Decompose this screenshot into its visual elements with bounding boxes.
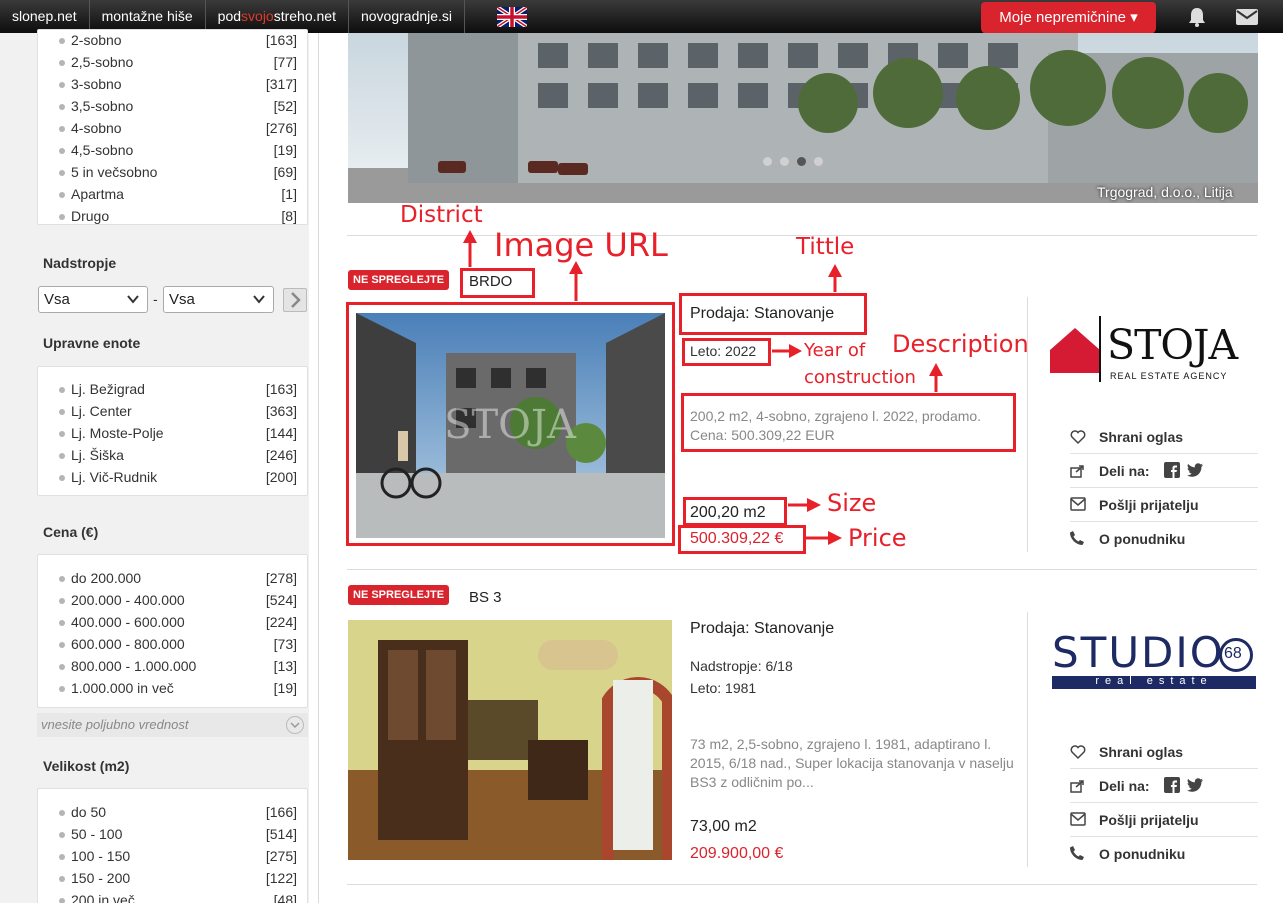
annotation-title-label: Tittle bbox=[796, 234, 855, 260]
annotation-image-url-label: Image URL bbox=[494, 226, 668, 264]
annotation-size-label: Size bbox=[827, 489, 877, 517]
annotation-year-label-2: construction bbox=[804, 367, 916, 388]
annotation-year-label-1: Year of bbox=[804, 340, 866, 361]
annotation-description-label: Description bbox=[892, 330, 1029, 358]
annotation-district-label: District bbox=[400, 202, 483, 228]
annotation-arrows bbox=[463, 230, 943, 545]
annotation-price-label: Price bbox=[848, 524, 907, 552]
